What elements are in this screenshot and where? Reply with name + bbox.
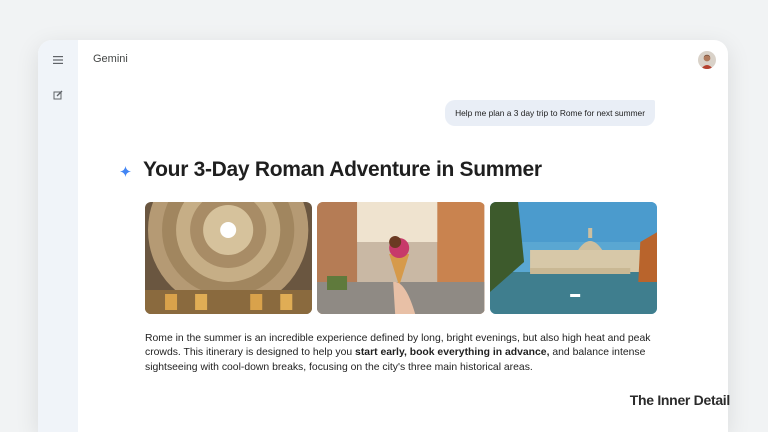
gemini-sparkle-icon bbox=[120, 166, 131, 177]
user-prompt-bubble: Help me plan a 3 day trip to Rome for ne… bbox=[445, 100, 655, 126]
image-gallery bbox=[145, 202, 657, 314]
app-window: Gemini Help me plan a 3 day trip to Rome… bbox=[38, 40, 728, 432]
watermark-text: The Inner Detail bbox=[629, 392, 731, 408]
pantheon-dome-photo[interactable] bbox=[145, 202, 313, 314]
side-rail bbox=[38, 40, 78, 432]
response-heading: Your 3-Day Roman Adventure in Summer bbox=[143, 158, 542, 181]
response-paragraph: Rome in the summer is an incredible expe… bbox=[145, 332, 670, 375]
gelato-street-photo[interactable] bbox=[317, 202, 485, 314]
tiber-river-photo[interactable] bbox=[489, 202, 657, 314]
hamburger-menu-icon[interactable] bbox=[50, 52, 66, 68]
paragraph-bold-text: start early, book everything in advance, bbox=[355, 347, 550, 359]
new-chat-edit-icon[interactable] bbox=[50, 87, 66, 103]
user-avatar[interactable] bbox=[698, 51, 716, 69]
app-title: Gemini bbox=[93, 53, 128, 65]
